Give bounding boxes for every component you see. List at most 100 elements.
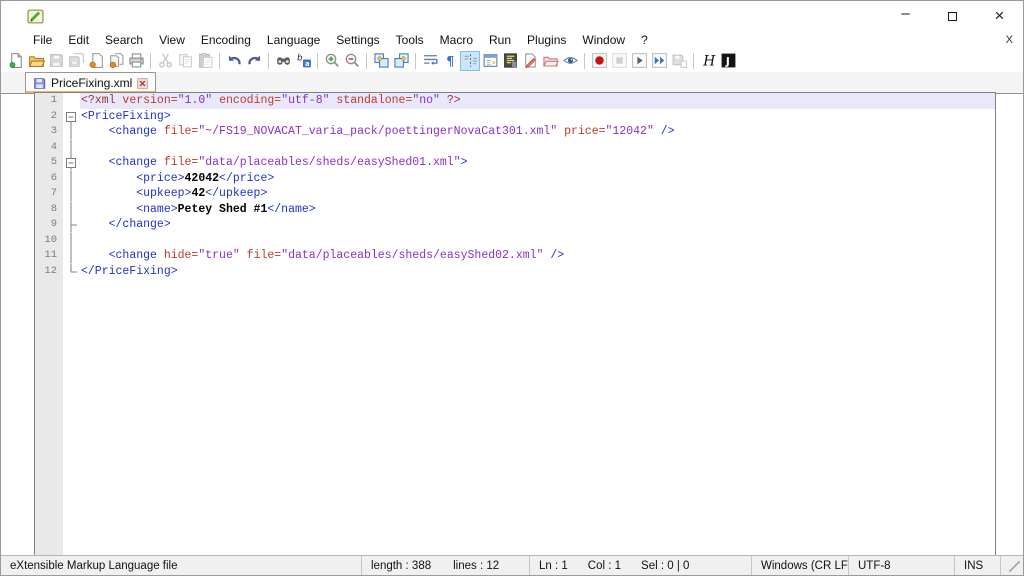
line-number: 11 (35, 248, 63, 264)
code-token: file= (164, 125, 199, 138)
code-token: price= (564, 125, 605, 138)
save-macro-button[interactable] (669, 51, 689, 71)
sync-horizontal-button[interactable] (391, 51, 411, 71)
code-line[interactable]: 9 </change> (35, 217, 995, 233)
new-file-button[interactable] (6, 51, 26, 71)
undo-button[interactable] (224, 51, 244, 71)
print-button[interactable] (126, 51, 146, 71)
word-wrap-button[interactable] (420, 51, 440, 71)
code-line[interactable]: 2<PriceFixing> (35, 109, 995, 125)
code-token: <change (109, 156, 164, 169)
svg-text:¶: ¶ (446, 54, 454, 69)
menu-item-run[interactable]: Run (481, 32, 519, 48)
fold-collapse-icon[interactable] (63, 109, 80, 125)
line-number: 12 (35, 264, 63, 280)
code-token: /> (543, 249, 564, 262)
paste-button[interactable] (195, 51, 215, 71)
code-text (80, 140, 995, 156)
menu-item-macro[interactable]: Macro (432, 32, 481, 48)
monitoring-eye-button[interactable] (560, 51, 580, 71)
folder-as-workspace-icon (542, 52, 559, 69)
open-file-button[interactable] (26, 51, 46, 71)
save-all-button[interactable] (66, 51, 86, 71)
code-line[interactable]: 5 <change file="data/placeables/sheds/ea… (35, 155, 995, 171)
stop-macro-button[interactable] (609, 51, 629, 71)
code-token: <change (109, 125, 164, 138)
code-line[interactable]: 3 <change file="~/FS19_NOVACAT_varia_pac… (35, 124, 995, 140)
function-list-button[interactable] (480, 51, 500, 71)
run-macro-multiple-button[interactable] (649, 51, 669, 71)
code-text: <price>42042</price> (80, 171, 995, 187)
code-token: 42042 (185, 172, 220, 185)
maximize-button[interactable] (929, 1, 976, 31)
json-plugin-button[interactable]: J (718, 51, 738, 71)
zoom-out-button[interactable] (342, 51, 362, 71)
code-line[interactable]: 11 <change hide="true" file="data/placea… (35, 248, 995, 264)
save-button[interactable] (46, 51, 66, 71)
close-doc-icon (88, 52, 105, 69)
saved-floppy-icon (33, 77, 46, 90)
resize-grip[interactable] (1001, 556, 1023, 575)
minimize-icon: – (901, 5, 909, 22)
menu-item-search[interactable]: Search (97, 32, 151, 48)
close-all-docs-button[interactable] (106, 51, 126, 71)
code-text: </change> (80, 217, 995, 233)
code-token: <name> (136, 203, 177, 216)
record-macro-button[interactable] (589, 51, 609, 71)
redo-button[interactable] (244, 51, 264, 71)
document-map-button[interactable] (500, 51, 520, 71)
code-line[interactable]: 4 (35, 140, 995, 156)
menu-item-help[interactable]: ? (633, 32, 656, 48)
show-all-characters-button[interactable]: ¶ (440, 51, 460, 71)
cut-button[interactable] (155, 51, 175, 71)
code-line[interactable]: 10 (35, 233, 995, 249)
zoom-in-button[interactable] (322, 51, 342, 71)
menu-item-tools[interactable]: Tools (388, 32, 432, 48)
fold-margin (63, 140, 80, 156)
close-doc-button[interactable] (86, 51, 106, 71)
menu-item-edit[interactable]: Edit (60, 32, 97, 48)
replace-button[interactable]: ba (293, 51, 313, 71)
find-button[interactable] (273, 51, 293, 71)
menu-item-file[interactable]: File (25, 32, 60, 48)
play-macro-button[interactable] (629, 51, 649, 71)
menu-item-window[interactable]: Window (574, 32, 633, 48)
code-line[interactable]: 1<?xml version="1.0" encoding="utf-8" st… (35, 93, 995, 109)
menu-item-language[interactable]: Language (259, 32, 328, 48)
line-number: 10 (35, 233, 63, 249)
folder-as-workspace-button[interactable] (540, 51, 560, 71)
code-token: "data/placeables/sheds/easyShed02.xml" (281, 249, 543, 262)
minimize-button[interactable]: – (882, 1, 929, 31)
code-token: 42 (191, 187, 205, 200)
code-token: <upkeep> (136, 187, 191, 200)
new-file-icon (8, 52, 25, 69)
replace-icon: ba (295, 52, 312, 69)
record-macro-icon (591, 52, 608, 69)
tab-pricefixing-xml[interactable]: PriceFixing.xml (25, 72, 156, 93)
fold-collapse-icon[interactable] (63, 155, 80, 171)
save-macro-icon (671, 52, 688, 69)
code-line[interactable]: 8 <name>Petey Shed #1</name> (35, 202, 995, 218)
indent-guide-button[interactable] (460, 51, 480, 71)
toolbar-separator (693, 53, 694, 69)
menu-item-view[interactable]: View (151, 32, 193, 48)
editor-empty-area[interactable] (35, 279, 995, 555)
code-editor[interactable]: 1<?xml version="1.0" encoding="utf-8" st… (34, 92, 996, 556)
code-text: <?xml version="1.0" encoding="utf-8" sta… (80, 93, 995, 109)
sync-vertical-button[interactable] (371, 51, 391, 71)
copy-button[interactable] (175, 51, 195, 71)
document-list-button[interactable] (520, 51, 540, 71)
menu-item-settings[interactable]: Settings (328, 32, 387, 48)
html-plugin-button[interactable]: H (698, 51, 718, 71)
menu-item-encoding[interactable]: Encoding (193, 32, 259, 48)
close-button[interactable]: × (976, 1, 1023, 31)
code-line[interactable]: 7 <upkeep>42</upkeep> (35, 186, 995, 202)
code-line[interactable]: 6 <price>42042</price> (35, 171, 995, 187)
code-line[interactable]: 12</PriceFixing> (35, 264, 995, 280)
sync-vertical-icon (373, 52, 390, 69)
code-text: <PriceFixing> (80, 109, 995, 125)
code-token: "true" (198, 249, 239, 262)
tab-close-icon[interactable] (137, 78, 148, 89)
menu-close-x-button[interactable]: X (1006, 34, 1013, 46)
menu-item-plugins[interactable]: Plugins (519, 32, 574, 48)
